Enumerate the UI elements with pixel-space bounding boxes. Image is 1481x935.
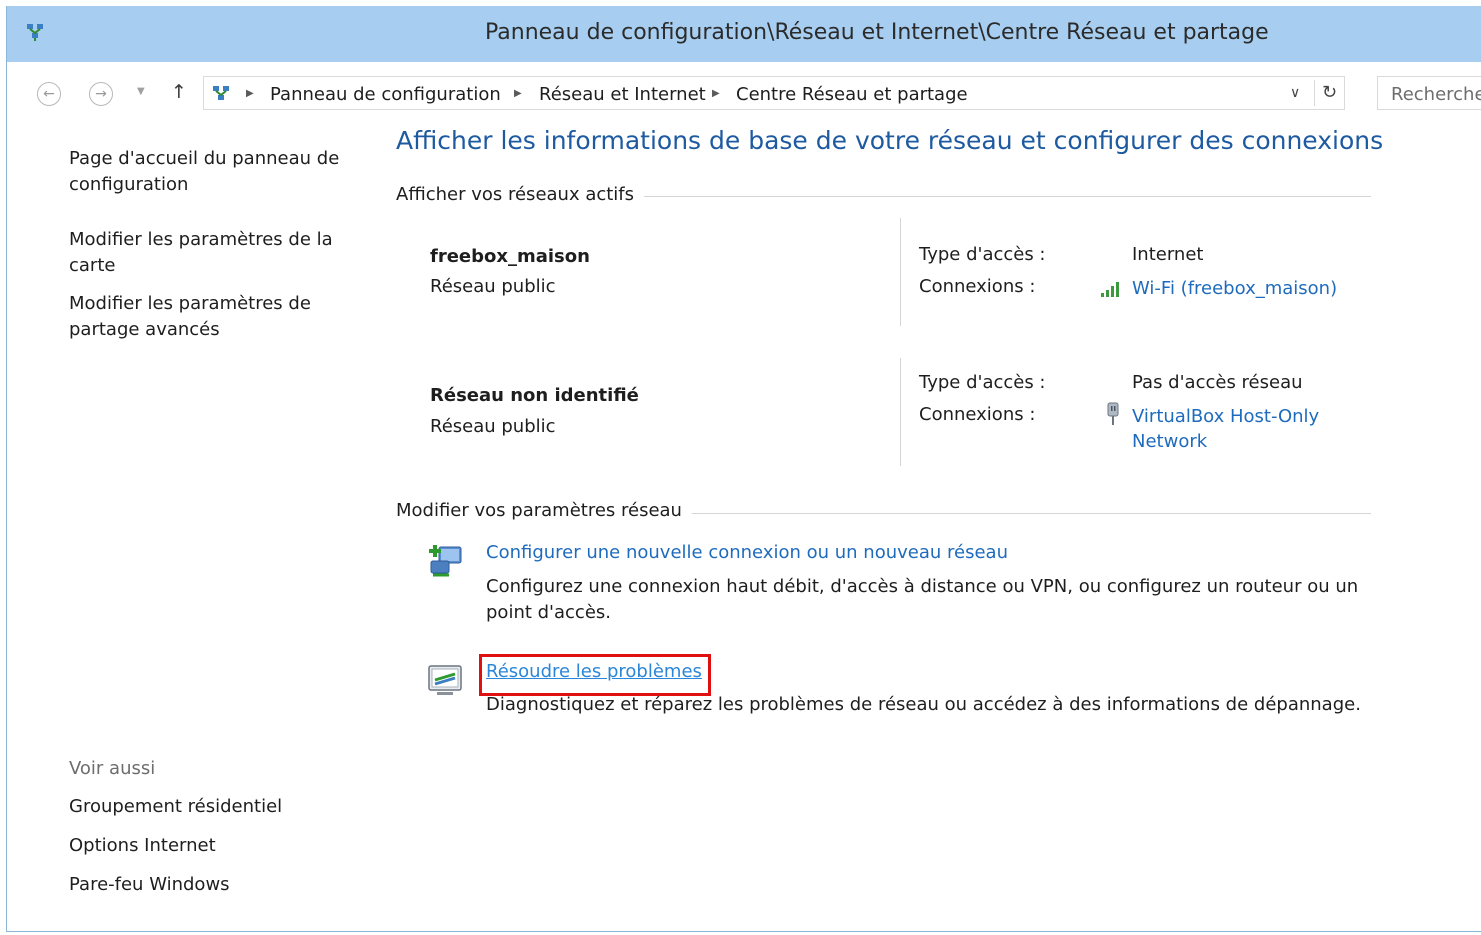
breadcrumb-separator-icon[interactable]: ▶ <box>712 88 720 99</box>
forward-arrow-icon[interactable]: → <box>89 82 113 106</box>
network-name: Réseau non identifié <box>430 385 639 406</box>
recent-pages-dropdown-icon[interactable]: ▼ <box>137 86 145 97</box>
connections-label: Connexions : <box>919 404 1036 425</box>
network-center-icon <box>27 24 43 41</box>
wifi-connection-link[interactable]: Wi-Fi (freebox_maison) <box>1132 276 1337 301</box>
address-field[interactable]: ▶ Panneau de configuration ▶ Réseau et I… <box>203 76 1345 110</box>
access-type-label: Type d'accès : <box>919 244 1046 265</box>
sidebar-link-advanced-sharing[interactable]: Modifier les paramètres de partage avanc… <box>69 291 359 343</box>
virtualbox-link-line1: VirtualBox Host-Only <box>1132 406 1320 427</box>
search-placeholder: Rechercher <box>1391 84 1481 105</box>
network-name: freebox_maison <box>430 246 590 267</box>
highlight-box <box>479 654 711 696</box>
chevron-down-icon[interactable]: ∨ <box>1290 85 1300 101</box>
page-title: Afficher les informations de base de vot… <box>396 126 1384 155</box>
setup-new-connection-link[interactable]: Configurer une nouvelle connexion ou un … <box>486 542 1008 563</box>
sidebar-link-homegroup[interactable]: Groupement résidentiel <box>69 794 359 820</box>
breadcrumb-separator-icon[interactable]: ▶ <box>246 88 254 99</box>
sidebar-link-control-panel-home[interactable]: Page d'accueil du panneau de configurati… <box>69 146 359 198</box>
refresh-icon[interactable]: ↻ <box>1322 82 1337 103</box>
network-divider <box>900 218 901 326</box>
network-divider <box>900 358 901 466</box>
back-arrow-icon[interactable]: ← <box>37 82 61 106</box>
access-type-value: Internet <box>1132 244 1204 265</box>
access-type-label: Type d'accès : <box>919 372 1046 393</box>
breadcrumb-network-internet[interactable]: Réseau et Internet <box>539 84 706 105</box>
network-category-link[interactable]: Réseau public <box>430 276 556 297</box>
search-input[interactable]: Rechercher <box>1377 76 1481 110</box>
virtualbox-connection-link[interactable]: VirtualBox Host-Only Network <box>1132 404 1319 454</box>
network-category-link[interactable]: Réseau public <box>430 416 556 437</box>
setup-new-connection-description: Configurez une connexion haut débit, d'a… <box>486 576 1359 623</box>
title-bar[interactable]: Panneau de configuration\Réseau et Inter… <box>7 6 1481 62</box>
network-center-icon <box>213 86 229 100</box>
address-bar: ← → ▼ ↑ ▶ Panneau de configuration ▶ Rés… <box>7 62 1481 116</box>
window-title: Panneau de configuration\Réseau et Inter… <box>485 20 1269 45</box>
breadcrumb-control-panel[interactable]: Panneau de configuration <box>270 84 501 105</box>
sidebar-link-adapter-settings[interactable]: Modifier les paramètres de la carte <box>69 227 359 279</box>
new-connection-icon <box>429 545 462 577</box>
connections-label: Connexions : <box>919 276 1036 297</box>
control-panel-window: Panneau de configuration\Réseau et Inter… <box>6 6 1481 932</box>
up-arrow-icon[interactable]: ↑ <box>171 81 187 103</box>
troubleshoot-icon <box>428 665 462 695</box>
sidebar-link-internet-options[interactable]: Options Internet <box>69 833 359 859</box>
access-type-value: Pas d'accès réseau <box>1132 372 1303 393</box>
address-divider <box>1314 80 1315 106</box>
breadcrumb-network-sharing-center[interactable]: Centre Réseau et partage <box>736 84 968 105</box>
sidebar-link-windows-firewall[interactable]: Pare-feu Windows <box>69 872 359 898</box>
wifi-signal-icon <box>1101 282 1119 297</box>
active-networks-heading: Afficher vos réseaux actifs <box>396 184 645 205</box>
change-settings-heading: Modifier vos paramètres réseau <box>396 500 692 521</box>
ethernet-plug-icon <box>1107 402 1119 425</box>
breadcrumb-separator-icon[interactable]: ▶ <box>514 88 522 99</box>
virtualbox-link-line2: Network <box>1132 431 1208 452</box>
see-also-heading: Voir aussi <box>69 758 156 779</box>
